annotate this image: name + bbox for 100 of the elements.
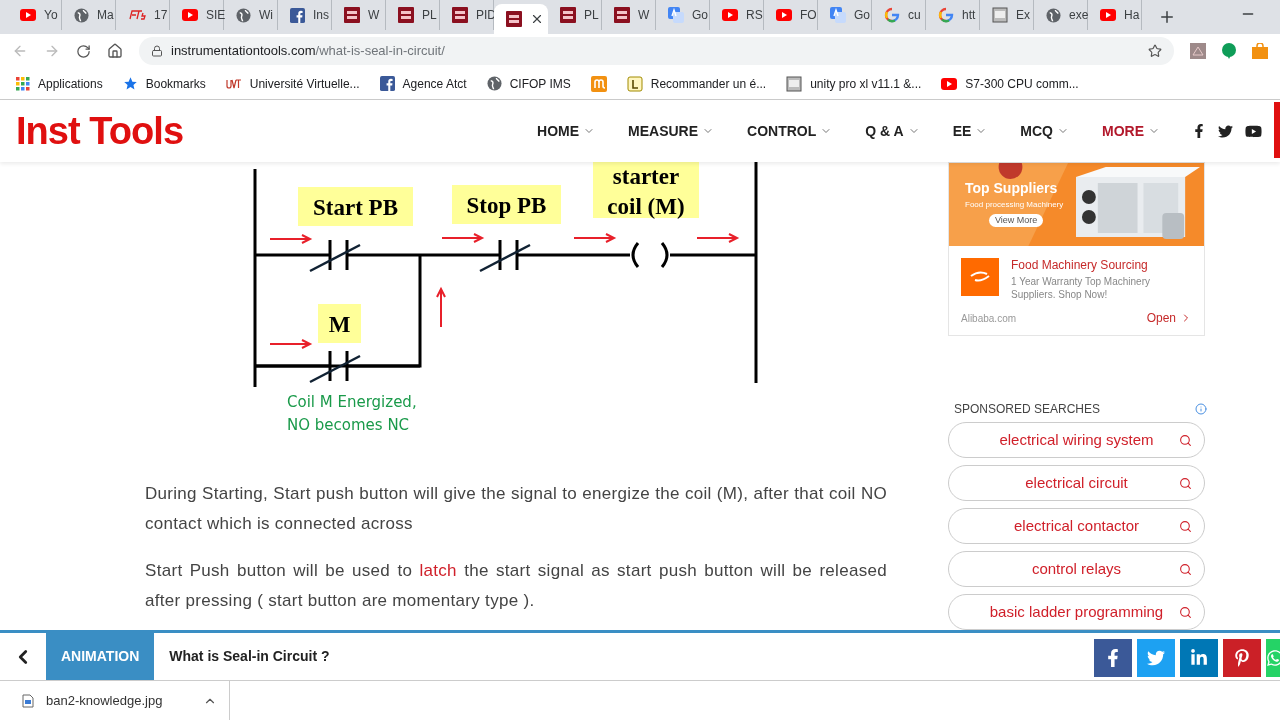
video-icon bbox=[776, 9, 792, 21]
category-badge[interactable]: ANIMATION bbox=[46, 633, 155, 680]
browser-tab[interactable]: Go bbox=[818, 0, 872, 30]
search-icon bbox=[1179, 605, 1192, 619]
ad-open-link[interactable]: Open bbox=[1146, 309, 1192, 327]
ad-text: 1 Year Warranty Top Machinery Suppliers. Shop Now! bbox=[1011, 275, 1151, 301]
globe-icon bbox=[486, 76, 502, 91]
favicon-icon bbox=[668, 7, 684, 23]
nav-item[interactable]: MEASURE bbox=[628, 121, 715, 141]
video-icon bbox=[1100, 9, 1116, 21]
arrow-icon bbox=[696, 233, 740, 243]
nav-item[interactable]: Q & A bbox=[865, 121, 920, 141]
browser-tab[interactable]: FO bbox=[764, 0, 818, 30]
favicon-icon bbox=[992, 7, 1008, 23]
browser-tab[interactable]: PL bbox=[386, 0, 440, 30]
diagram-note: Coil M Energized, bbox=[287, 393, 417, 411]
article-title: What is Seal-in Circuit ? bbox=[169, 647, 330, 666]
favicon-icon bbox=[786, 75, 803, 92]
browser-tab[interactable]: W bbox=[602, 0, 656, 30]
browser-tab[interactable]: Ha bbox=[1088, 0, 1142, 30]
twitter-icon[interactable] bbox=[1218, 123, 1233, 139]
bookmark-item[interactable]: Applications bbox=[16, 75, 103, 92]
video-icon bbox=[20, 9, 36, 21]
ad-subline: Food processing Machinery bbox=[965, 199, 1065, 211]
favicon-icon bbox=[560, 7, 576, 23]
nav-item[interactable]: MORE bbox=[1102, 121, 1160, 141]
favicon-icon bbox=[626, 75, 643, 92]
linkedin-icon bbox=[1190, 649, 1208, 667]
browser-tab[interactable]: SIE bbox=[170, 0, 224, 30]
site-logo[interactable]: Inst Tools bbox=[16, 112, 184, 150]
browser-tab[interactable] bbox=[494, 4, 548, 34]
article-paragraph: During Starting, Start push button will give the signal to energize the coil (M), after that coil NO contact which is connected across bbox=[145, 483, 887, 535]
browser-tab[interactable]: RS bbox=[710, 0, 764, 30]
video-icon bbox=[182, 9, 198, 21]
address-bar[interactable]: instrumentationtools.com/what-is-seal-in-circuit/ bbox=[139, 37, 1174, 65]
bookmark-star-icon[interactable] bbox=[1148, 44, 1162, 58]
browser-tab[interactable]: Ma bbox=[62, 0, 116, 30]
favicon-icon bbox=[884, 7, 900, 23]
tab-title: PL bbox=[584, 7, 599, 23]
favicon-icon bbox=[128, 10, 146, 20]
tab-title: SIE bbox=[206, 7, 226, 23]
browser-tab[interactable]: Ins bbox=[278, 0, 332, 30]
facebook-icon[interactable] bbox=[1192, 124, 1206, 138]
home-icon[interactable] bbox=[107, 43, 123, 59]
bookmark-item[interactable]: CIFOP IMS bbox=[486, 75, 571, 92]
ad-source: Alibaba.com bbox=[961, 311, 1017, 326]
browser-tab[interactable]: Go bbox=[656, 0, 710, 30]
ad-headline: Top Suppliers bbox=[965, 181, 1059, 195]
browser-tab[interactable]: Ex bbox=[980, 0, 1034, 30]
tab-title: W bbox=[368, 7, 380, 23]
reload-icon[interactable] bbox=[76, 43, 91, 59]
browser-tab[interactable]: W bbox=[332, 0, 386, 30]
new-tab-icon[interactable] bbox=[1158, 8, 1176, 26]
nav-item[interactable]: MCQ bbox=[1020, 121, 1069, 141]
close-icon[interactable] bbox=[530, 12, 544, 26]
twitter-share-button[interactable] bbox=[1137, 639, 1175, 677]
favicon-icon bbox=[830, 7, 846, 23]
tab-title: Go bbox=[692, 7, 708, 23]
chat-extension-icon[interactable] bbox=[1222, 43, 1236, 59]
browser-tab[interactable]: exe bbox=[1034, 0, 1088, 30]
tab-title: 17 bbox=[154, 7, 168, 23]
arrow-icon bbox=[441, 233, 485, 243]
facebook-share-button[interactable] bbox=[1094, 639, 1132, 677]
browser-tab[interactable]: cu bbox=[872, 0, 926, 30]
bookmark-item[interactable]: Bookmarks bbox=[122, 75, 206, 92]
nav-item[interactable]: CONTROL bbox=[747, 121, 833, 141]
article-link[interactable]: latch bbox=[419, 561, 457, 580]
browser-tab[interactable]: 17 bbox=[116, 0, 170, 30]
favicon-icon bbox=[614, 7, 630, 23]
ad-title[interactable]: Food Machinery Sourcing bbox=[1011, 258, 1192, 273]
globe-icon bbox=[236, 7, 251, 23]
ad-card[interactable]: Top Suppliers Food processing Machinery View More Food Machinery Sourcing 1 Year Warranty Top Machinery Suppliers. Shop Now! Alibaba.com Open bbox=[948, 162, 1205, 336]
arrow-icon bbox=[269, 234, 313, 244]
alibaba-logo-icon bbox=[961, 258, 999, 296]
article-paragraph: Start Push button will be used to latch the start signal as start push button will be released after pressing ( start button are momentary type ). bbox=[145, 560, 887, 612]
diagram-label: M bbox=[318, 304, 361, 343]
bookmark-item[interactable]: Recommander un é... bbox=[626, 75, 767, 92]
browser-tab[interactable]: PL bbox=[548, 0, 602, 30]
globe-icon bbox=[74, 7, 89, 23]
browser-tab[interactable]: Yo bbox=[8, 0, 62, 30]
tab-title: PL bbox=[422, 7, 437, 23]
nav-item[interactable]: EE bbox=[952, 121, 988, 141]
download-item[interactable]: ban2-knowledge.jpg bbox=[0, 681, 230, 720]
favicon-icon bbox=[506, 11, 522, 27]
bookmark-item[interactable]: Agence Atct bbox=[379, 75, 467, 92]
tab-title: W bbox=[638, 7, 650, 23]
bookmark-item[interactable]: unity pro xl v11.1 &... bbox=[786, 75, 922, 92]
browser-tab[interactable]: Wi bbox=[224, 0, 278, 30]
bookmark-item[interactable]: Université Virtuelle... bbox=[225, 75, 360, 92]
tab-title: htt bbox=[962, 7, 976, 23]
browser-tab[interactable]: htt bbox=[926, 0, 980, 30]
bookmark-item[interactable]: S7-300 CPU comm... bbox=[941, 75, 1079, 92]
ad-banner-button[interactable]: View More bbox=[989, 214, 1044, 227]
tab-title: cu bbox=[908, 7, 921, 23]
pinterest-share-button[interactable] bbox=[1223, 639, 1261, 677]
linkedin-share-button[interactable] bbox=[1180, 639, 1218, 677]
favicon-icon bbox=[225, 78, 242, 89]
nav-item[interactable]: HOME bbox=[537, 121, 596, 141]
search-icon bbox=[1179, 519, 1192, 533]
tab-title: Ma bbox=[97, 7, 114, 23]
